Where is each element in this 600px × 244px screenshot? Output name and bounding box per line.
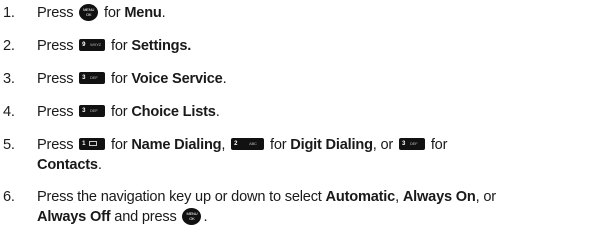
step-5: 5. Press 1 for Name Dialing, 2 ABC for Di… — [3, 137, 448, 173]
step-text: for — [111, 137, 128, 153]
step-text: for — [111, 104, 128, 120]
step-text: Press — [37, 71, 74, 87]
settings-label: Settings. — [131, 38, 192, 54]
step-text: Press — [37, 137, 74, 153]
contacts-label: Contacts — [37, 157, 98, 173]
key-2-icon: 2 ABC — [231, 138, 265, 151]
always-on-label: Always On — [402, 189, 476, 205]
key-1-voicemail-icon: 1 — [79, 138, 106, 151]
automatic-label: Automatic — [325, 189, 396, 205]
step-text: for — [269, 137, 287, 153]
name-dialing-label: Name Dialing — [131, 137, 222, 153]
key-3-icon: 3 DEF — [398, 138, 425, 151]
step-number: 4. — [3, 104, 15, 120]
step-text: Press the navigation key up or down to s… — [37, 189, 322, 205]
key-3-icon: 3 DEF — [79, 72, 106, 85]
step-4: 4. Press 3 DEF for Choice Lists. — [3, 104, 220, 120]
menu-ok-key-icon: MENU OK — [79, 3, 99, 21]
step-number: 6. — [3, 189, 15, 205]
step-text: Press — [37, 5, 74, 21]
key-9-icon: 9 WXYZ — [79, 39, 106, 52]
step-text: for — [430, 137, 448, 153]
step-number: 3. — [3, 71, 15, 87]
step-1: 1. Press MENU OK for Menu. — [3, 3, 166, 21]
step-text: for — [111, 38, 128, 54]
step-number: 5. — [3, 137, 15, 153]
digit-dialing-label: Digit Dialing — [290, 137, 373, 153]
key-3-icon: 3 DEF — [79, 105, 106, 118]
menu-label: Menu — [124, 5, 162, 21]
step-2: 2. Press 9 WXYZ for Settings. — [0, 36, 600, 56]
step-text: for — [111, 71, 128, 87]
always-off-label: Always Off — [37, 209, 111, 225]
step-number: 2. — [3, 38, 15, 54]
step-text: for — [104, 5, 121, 21]
step-3: 3. Press 3 DEF for Voice Service. — [3, 71, 227, 87]
step-6: 6. Press the navigation key up or down t… — [3, 189, 496, 225]
voice-service-label: Voice Service — [131, 71, 223, 87]
step-text: and press — [114, 209, 177, 225]
step-number: 1. — [3, 5, 15, 21]
menu-ok-key-icon: MENU OK — [182, 207, 202, 225]
choice-lists-label: Choice Lists — [131, 104, 216, 120]
step-text: Press — [37, 38, 74, 54]
step-text: Press — [37, 104, 74, 120]
instruction-steps: 1. Press MENU OK for Menu. 2. Press 9 WXYZ… — [0, 3, 600, 240]
